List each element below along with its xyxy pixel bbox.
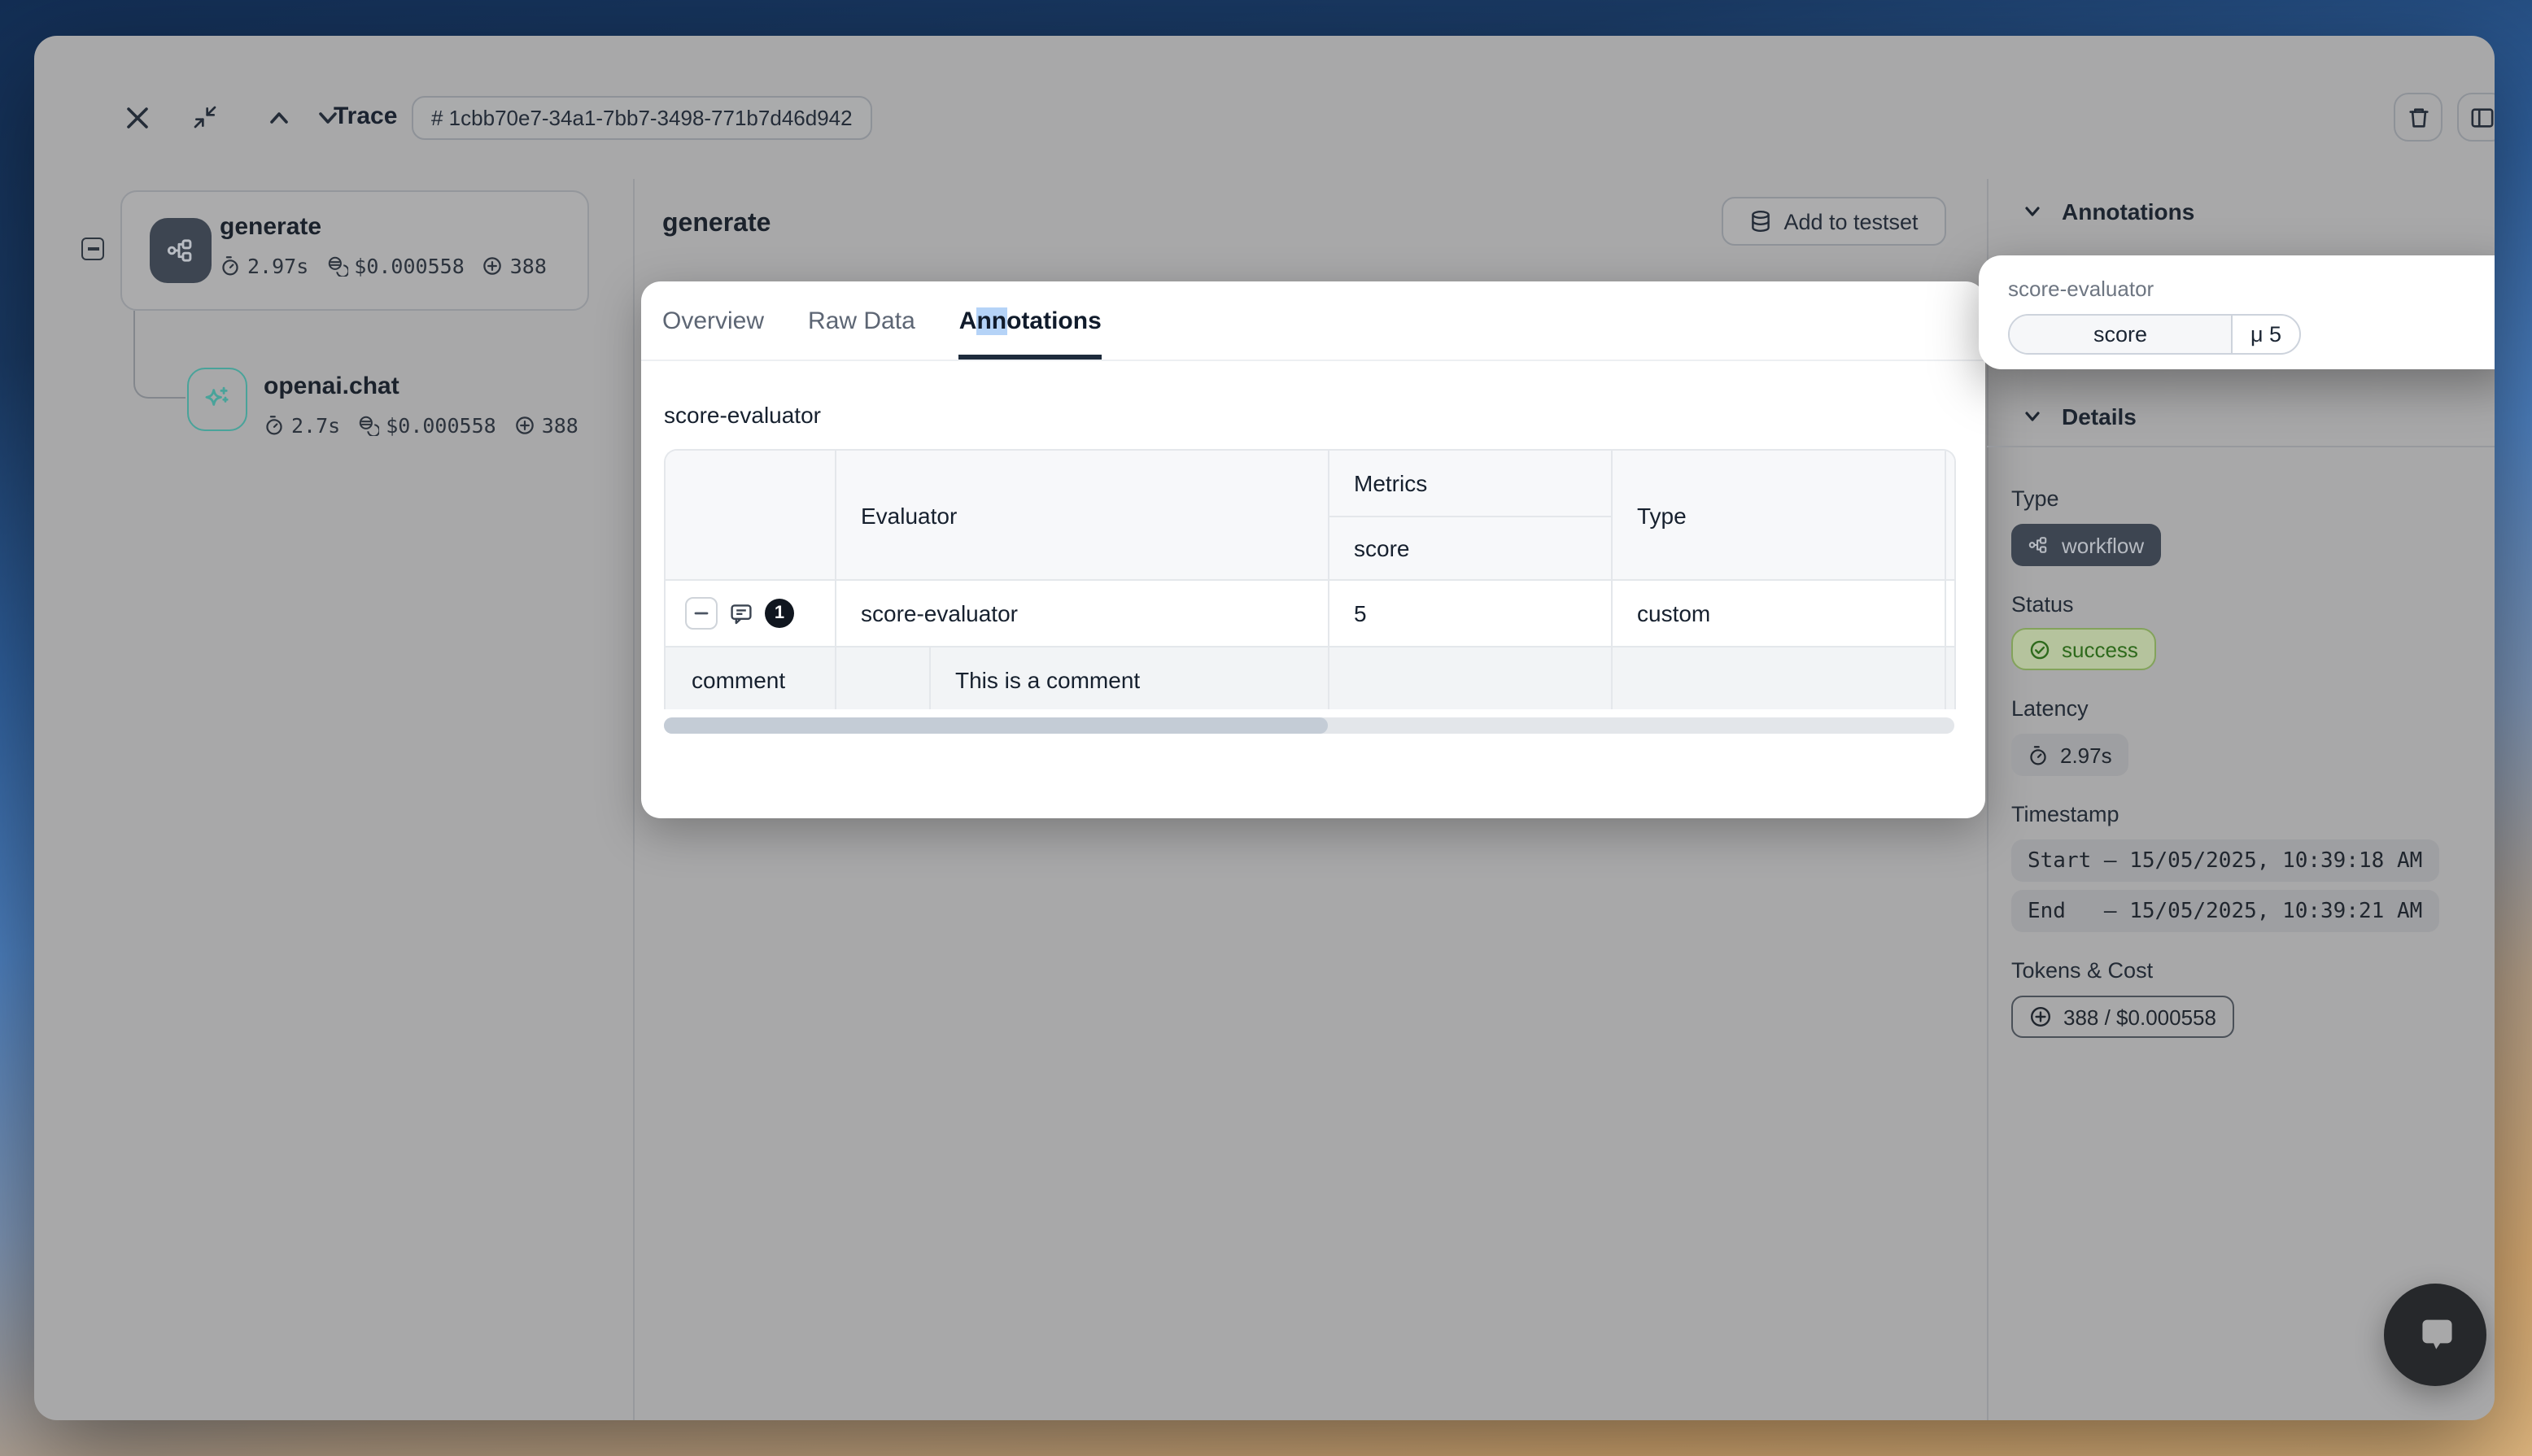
check-circle-icon [2029, 639, 2050, 660]
evaluator-section-title: score-evaluator [664, 402, 821, 428]
status-badge: success [2011, 628, 2156, 670]
tab-overview[interactable]: Overview [662, 281, 764, 360]
minus-icon [87, 248, 98, 251]
metrics-subdivider [1328, 516, 1611, 517]
active-tab-underline [959, 355, 1102, 360]
close-icon [124, 105, 149, 129]
column-header-metrics: Metrics [1354, 451, 1427, 516]
chevron-up-icon [266, 105, 290, 129]
column-divider [1611, 451, 1613, 709]
trash-icon [2406, 105, 2430, 129]
coins-icon [358, 415, 379, 436]
annotations-section-header[interactable]: Annotations [2023, 198, 2194, 225]
tree-connector [133, 311, 186, 399]
timestamp-label: Timestamp [2011, 802, 2119, 826]
tab-raw-data[interactable]: Raw Data [808, 281, 915, 360]
type-badge: workflow [2011, 524, 2160, 566]
cell-score: 5 [1354, 581, 1367, 646]
details-section-header[interactable]: Details [2023, 403, 2137, 429]
collapse-view-button[interactable] [181, 93, 229, 142]
timestamp-start-badge: Start — 15/05/2025, 10:39:18 AM [2011, 839, 2438, 882]
latency-badge: 2.97s [2011, 734, 2128, 776]
node-metrics: 2.97s $0.000558 388 [220, 254, 547, 278]
coins-icon [326, 255, 347, 277]
metric-value: μ 5 [2233, 316, 2299, 353]
panel-layout-icon [2469, 105, 2494, 129]
table-row[interactable]: 1 score-evaluator 5 custom [666, 581, 1954, 646]
comment-icon[interactable] [729, 601, 753, 626]
stopwatch-icon [264, 415, 285, 436]
annotation-score-pill[interactable]: score μ 5 [2008, 314, 2301, 355]
trace-id-badge[interactable]: # 1cbb70e7-34a1-7bb7-3498-771b7d46d942 [412, 96, 872, 140]
timestamp-end-badge: End — 15/05/2025, 10:39:21 AM [2011, 890, 2438, 932]
tree-collapse-toggle[interactable] [81, 238, 104, 260]
type-label: Type [2011, 486, 2059, 511]
database-icon [1749, 210, 1772, 233]
collapse-row-button[interactable] [685, 597, 718, 630]
metric-name[interactable]: score [2010, 316, 2233, 353]
horizontal-scrollbar[interactable] [664, 717, 1954, 734]
span-detail-panel: Overview Raw Data Annotations score-eval… [641, 281, 1985, 818]
status-label: Status [2011, 592, 2074, 617]
text-selection-highlight: nn [976, 307, 1006, 334]
details-divider [1987, 446, 2495, 447]
annotation-evaluator-label: score-evaluator [2008, 277, 2154, 301]
plus-circle-icon [2029, 1005, 2052, 1028]
tokens-icon [514, 415, 535, 436]
comment-label: comment [692, 647, 785, 709]
comment-row: comment This is a comment [666, 646, 1954, 709]
column-header-evaluator: Evaluator [861, 451, 957, 581]
prev-trace-button[interactable] [254, 93, 303, 142]
app-background: Trace # 1cbb70e7-34a1-7bb7-3498-771b7d46… [0, 0, 2532, 1456]
annotation-popup-card: score-evaluator score μ 5 [1979, 255, 2495, 369]
support-chat-button[interactable] [2384, 1284, 2486, 1386]
minus-icon [693, 605, 709, 621]
stopwatch-icon [2028, 744, 2049, 765]
tokens-icon [482, 255, 504, 277]
latency-label: Latency [2011, 696, 2089, 721]
tokens-cost-label: Tokens & Cost [2011, 958, 2153, 983]
trace-modal: Trace # 1cbb70e7-34a1-7bb7-3498-771b7d46… [34, 36, 2495, 1420]
sparkles-icon [187, 368, 247, 431]
annotations-table: Evaluator Metrics score Type 1 [664, 449, 1956, 709]
collapse-icon [192, 104, 218, 130]
column-header-metric-score: score [1354, 516, 1409, 581]
comment-value: This is a comment [955, 647, 1140, 709]
toggle-sidebar-button[interactable] [2457, 93, 2495, 142]
chevron-down-icon [2023, 202, 2042, 221]
comment-divider [929, 647, 931, 709]
tab-annotations[interactable]: Annotations [959, 281, 1102, 360]
tokens-cost-badge: 388 / $0.000558 [2011, 996, 2234, 1038]
workflow-icon [150, 218, 212, 283]
node-title: generate [220, 213, 321, 241]
column-header-type: Type [1637, 451, 1687, 581]
sidebar-divider [633, 179, 635, 1420]
delete-trace-button[interactable] [2394, 93, 2443, 142]
add-to-testset-button[interactable]: Add to testset [1722, 197, 1946, 246]
comment-count-badge: 1 [765, 599, 794, 628]
close-button[interactable] [112, 93, 161, 142]
node-metrics: 2.7s $0.000558 388 [264, 413, 578, 438]
trace-node-generate[interactable]: generate 2.97s $0.000558 388 [120, 190, 589, 311]
workflow-icon [2028, 534, 2050, 556]
table-header: Evaluator Metrics score Type [666, 451, 1954, 581]
chevron-down-icon [2023, 407, 2042, 426]
trace-title: Trace [334, 102, 397, 130]
chat-bubble-icon [2408, 1307, 2463, 1362]
column-divider [1945, 451, 1946, 709]
scrollbar-thumb[interactable] [664, 717, 1328, 734]
trace-node-openai-chat[interactable]: openai.chat [264, 373, 399, 400]
cell-type: custom [1637, 581, 1710, 646]
column-divider [835, 451, 836, 709]
stopwatch-icon [220, 255, 241, 277]
cell-evaluator: score-evaluator [861, 581, 1018, 646]
column-divider [1328, 451, 1329, 709]
tab-bar: Overview Raw Data Annotations [641, 281, 1985, 361]
span-title: generate [662, 210, 771, 239]
